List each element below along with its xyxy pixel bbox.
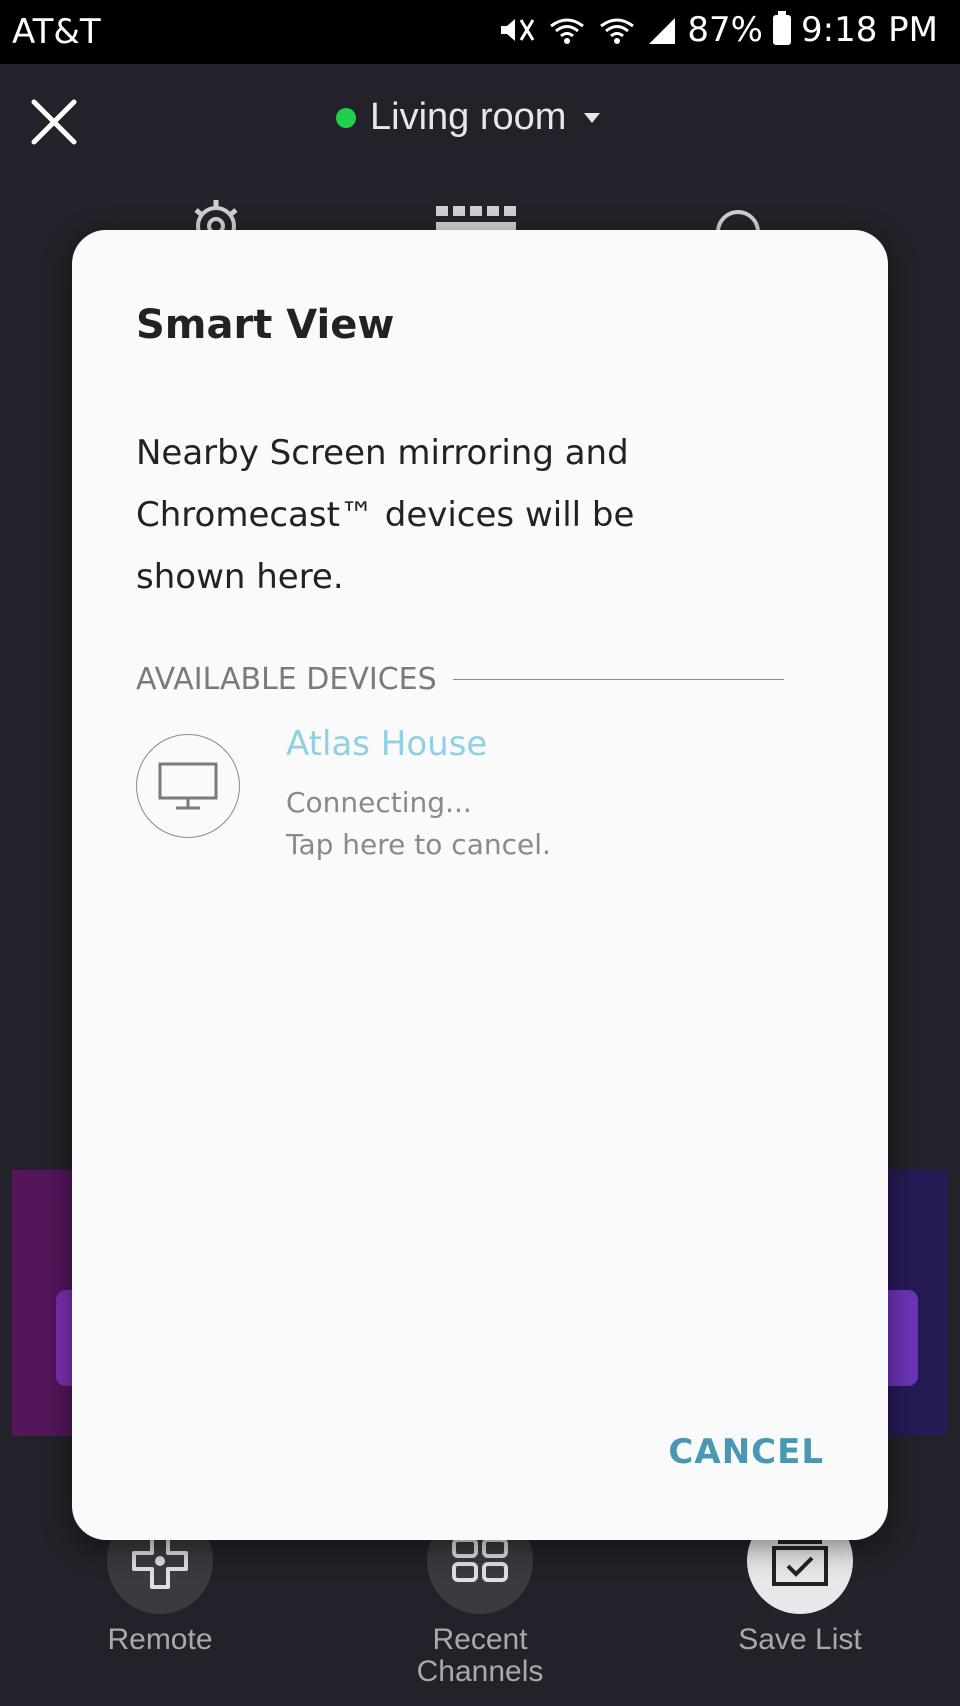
status-bar: AT&T 87% 9:18 PM <box>0 0 960 64</box>
section-label: AVAILABLE DEVICES <box>136 662 437 697</box>
dialog-message: Nearby Screen mirroring and Chromecast™ … <box>136 433 635 597</box>
smart-view-dialog: Smart View Nearby Screen mirroring and C… <box>72 230 888 1540</box>
device-status-line2: Tap here to cancel. <box>286 828 551 861</box>
wifi-calling-icon <box>547 14 587 46</box>
device-status-line1: Connecting... <box>286 786 472 819</box>
tv-icon <box>136 734 240 838</box>
battery-percent: 87% <box>687 10 763 50</box>
signal-icon <box>647 14 677 46</box>
available-devices-header: AVAILABLE DEVICES <box>136 662 784 697</box>
status-right: 87% 9:18 PM <box>497 10 938 50</box>
device-name: Atlas House <box>286 724 488 764</box>
section-divider <box>452 679 784 680</box>
dialog-title: Smart View <box>136 302 395 348</box>
wifi-icon <box>597 14 637 46</box>
device-item[interactable]: Atlas House Connecting... Tap here to ca… <box>136 724 796 861</box>
clock: 9:18 PM <box>801 10 938 50</box>
battery-icon <box>773 11 791 45</box>
carrier-label: AT&T <box>12 12 101 52</box>
device-status: Connecting... Tap here to cancel. <box>286 782 551 866</box>
mute-icon <box>497 14 537 46</box>
cancel-button[interactable]: CANCEL <box>668 1432 824 1472</box>
